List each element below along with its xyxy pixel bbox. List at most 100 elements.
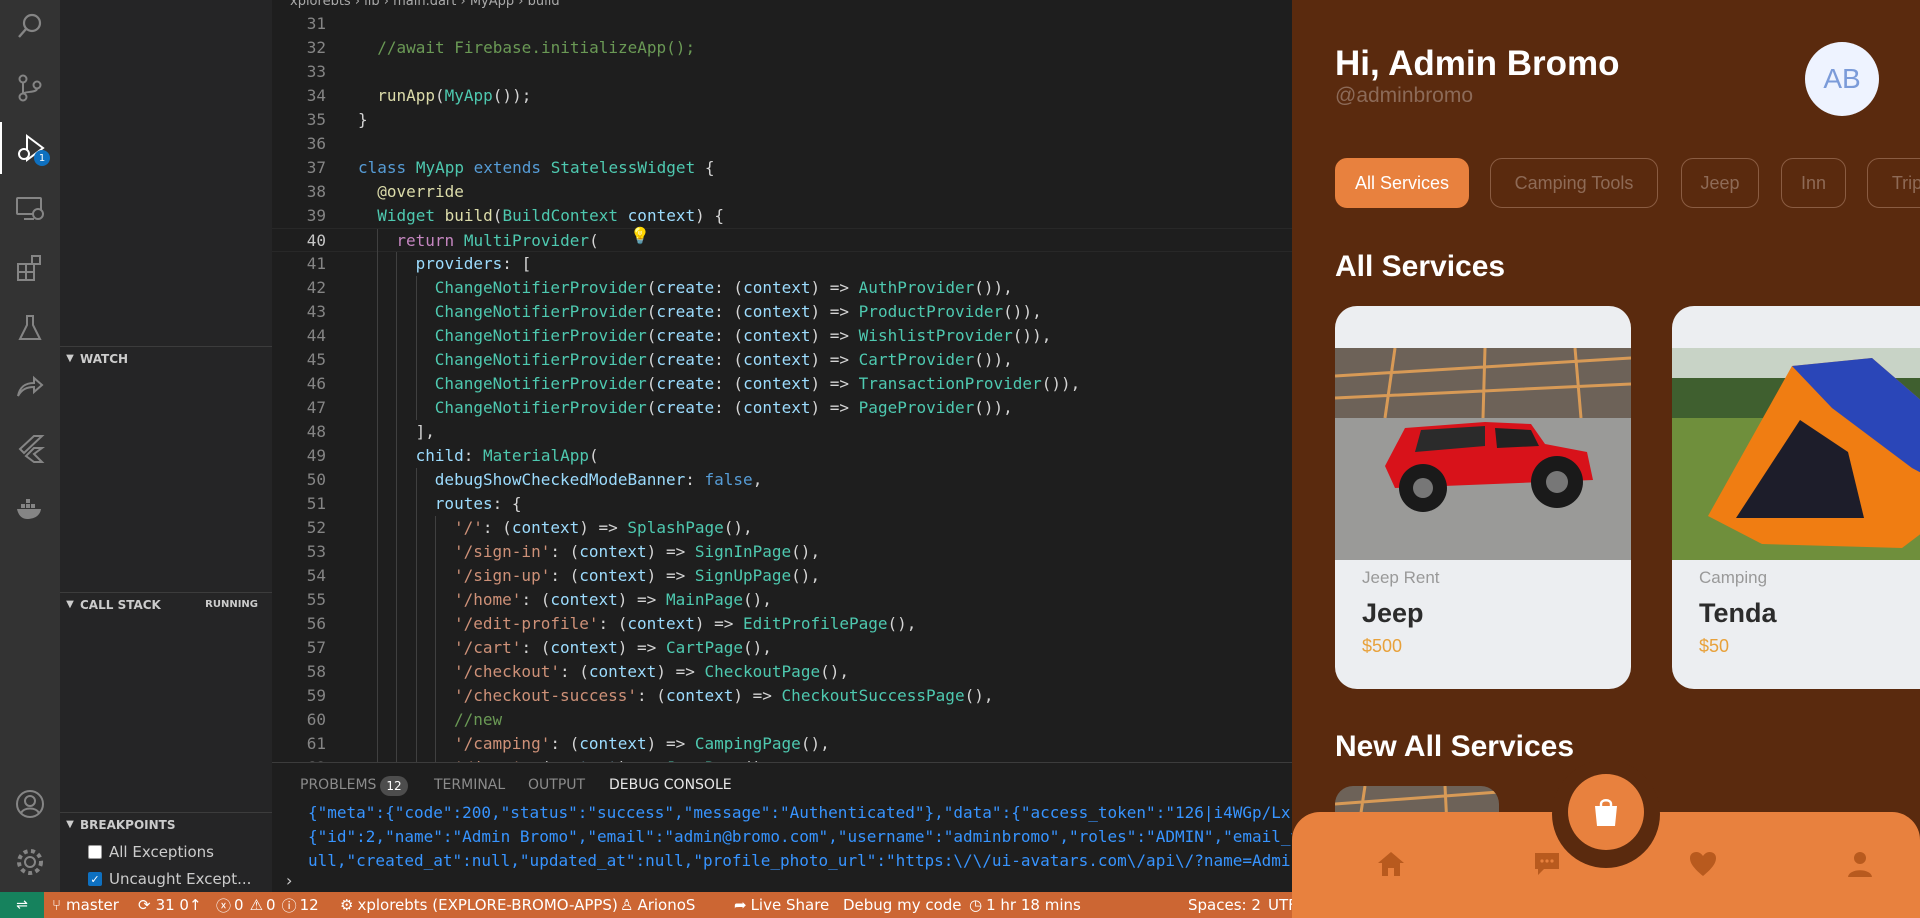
chat-icon[interactable] [1529,846,1565,882]
code-line[interactable]: 57 '/cart': (context) => CartPage(), [272,636,1292,660]
callstack-section-header[interactable]: ▼ CALL STACK RUNNING [60,592,272,616]
code-line[interactable]: 53 '/sign-in': (context) => SignInPage(), [272,540,1292,564]
line-number[interactable]: 49 [272,444,326,468]
line-number[interactable]: 37 [272,156,326,180]
remote-explorer-icon[interactable] [0,182,60,234]
category-chip-inn[interactable]: Inn [1781,158,1846,208]
line-number[interactable]: 50 [272,468,326,492]
line-number[interactable]: 41 [272,252,326,276]
line-number[interactable]: 44 [272,324,326,348]
product-card-jeep[interactable]: Jeep Rent Jeep $500 [1335,306,1631,689]
line-number[interactable]: 48 [272,420,326,444]
sync-status[interactable]: ⟳ 31 0↑ [138,892,202,918]
remote-indicator-icon[interactable]: ⇌ [0,892,44,918]
live-share-status[interactable]: ➦ Live Share [734,892,829,918]
checkbox-checked[interactable]: ✓ [88,872,102,886]
code-line[interactable]: 58 '/checkout': (context) => CheckoutPage… [272,660,1292,684]
line-number[interactable]: 51 [272,492,326,516]
line-number[interactable]: 39 [272,204,326,228]
code-line[interactable]: 56 '/edit-profile': (context) => EditProf… [272,612,1292,636]
code-line[interactable]: 54 '/sign-up': (context) => SignUpPage(), [272,564,1292,588]
workspace-status[interactable]: ⚙ xplorebts (EXPLORE-BROMO-APPS) [340,892,618,918]
search-icon[interactable] [0,0,60,52]
line-number[interactable]: 31 [272,12,326,36]
line-number[interactable]: 45 [272,348,326,372]
line-number[interactable]: 52 [272,516,326,540]
code-line[interactable]: 31 [272,12,1292,36]
tab-problems[interactable]: PROBLEMS [300,777,376,793]
line-number[interactable]: 40 [272,229,326,253]
category-chip-jeep[interactable]: Jeep [1681,158,1759,208]
code-line[interactable]: 47 ChangeNotifierProvider(create: (contex… [272,396,1292,420]
flutter-icon[interactable] [0,422,60,474]
debug-my-code-status[interactable]: Debug my code [843,892,962,918]
code-line[interactable]: 52 '/': (context) => SplashPage(), [272,516,1292,540]
avatar[interactable]: AB [1805,42,1879,116]
category-chip-camping-tools[interactable]: Camping Tools [1490,158,1658,208]
settings-gear-icon[interactable] [0,836,60,888]
source-control-icon[interactable] [0,62,60,114]
code-line[interactable]: 59 '/checkout-success': (context) => Chec… [272,684,1292,708]
lightbulb-icon[interactable]: 💡 [630,226,650,245]
line-number[interactable]: 47 [272,396,326,420]
problems-status[interactable]: ⓧ 0 ⚠ 0 ⓘ 12 [216,892,319,918]
extensions-icon[interactable] [0,242,60,294]
branch-status[interactable]: ⑂ master [52,892,119,918]
code-line[interactable]: 60 //new [272,708,1292,732]
code-line[interactable]: 61 '/camping': (context) => CampingPage()… [272,732,1292,756]
code-line[interactable]: 33 [272,60,1292,84]
line-number[interactable]: 59 [272,684,326,708]
line-number[interactable]: 61 [272,732,326,756]
indentation-status[interactable]: Spaces: 2 [1188,892,1261,918]
code-line[interactable]: 43 ChangeNotifierProvider(create: (contex… [272,300,1292,324]
console-prompt[interactable]: › [286,871,292,890]
code-line[interactable]: 48], [272,420,1292,444]
code-line[interactable]: 55 '/home': (context) => MainPage(), [272,588,1292,612]
tab-terminal[interactable]: TERMINAL [434,777,505,793]
breakpoint-uncaught-exceptions[interactable]: ✓ Uncaught Except... [88,867,251,891]
line-number[interactable]: 55 [272,588,326,612]
code-line[interactable]: 51 routes: { [272,492,1292,516]
home-icon[interactable] [1373,846,1409,882]
category-chip-all-services[interactable]: All Services [1335,158,1469,208]
breakpoints-section-header[interactable]: ▼ BREAKPOINTS [60,812,272,836]
line-number[interactable]: 54 [272,564,326,588]
code-line[interactable]: 34 runApp(MyApp()); [272,84,1292,108]
line-number[interactable]: 32 [272,36,326,60]
code-line[interactable]: 50 debugShowCheckedModeBanner: false, [272,468,1292,492]
line-number[interactable]: 58 [272,660,326,684]
code-line[interactable]: 36 [272,132,1292,156]
code-line[interactable]: 39 Widget build(BuildContext context) { [272,204,1292,228]
line-number[interactable]: 42 [272,276,326,300]
heart-icon[interactable] [1685,846,1721,882]
line-number[interactable]: 56 [272,612,326,636]
code-line[interactable]: 49 child: MaterialApp( [272,444,1292,468]
run-debug-icon[interactable]: 1 [0,122,60,174]
code-line[interactable]: 42 ChangeNotifierProvider(create: (contex… [272,276,1292,300]
code-line[interactable]: 41 providers: [ [272,252,1292,276]
live-share-icon[interactable] [0,362,60,414]
tab-output[interactable]: OUTPUT [528,777,585,793]
profile-icon[interactable] [1842,846,1878,882]
line-number[interactable]: 33 [272,60,326,84]
testing-icon[interactable] [0,302,60,354]
line-number[interactable]: 34 [272,84,326,108]
code-line[interactable]: 46 ChangeNotifierProvider(create: (contex… [272,372,1292,396]
line-number[interactable]: 35 [272,108,326,132]
code-line[interactable]: 40 return MultiProvider( [272,228,1292,253]
tab-debug-console[interactable]: DEBUG CONSOLE [609,777,732,793]
line-number[interactable]: 53 [272,540,326,564]
line-number[interactable]: 38 [272,180,326,204]
time-status[interactable]: ◷ 1 hr 18 mins [969,892,1081,918]
breakpoint-all-exceptions[interactable]: All Exceptions [88,840,214,864]
code-line[interactable]: 38 @override [272,180,1292,204]
line-number[interactable]: 43 [272,300,326,324]
watch-section-header[interactable]: ▼ WATCH [60,346,272,370]
code-editor[interactable]: xplorebts › lib › main.dart › MyApp › bu… [272,0,1292,762]
code-line[interactable]: 37 class MyApp extends StatelessWidget { [272,156,1292,180]
line-number[interactable]: 60 [272,708,326,732]
code-line[interactable]: 32 //await Firebase.initializeApp(); [272,36,1292,60]
cart-button[interactable] [1568,774,1644,850]
accounts-icon[interactable] [0,778,60,830]
line-number[interactable]: 46 [272,372,326,396]
